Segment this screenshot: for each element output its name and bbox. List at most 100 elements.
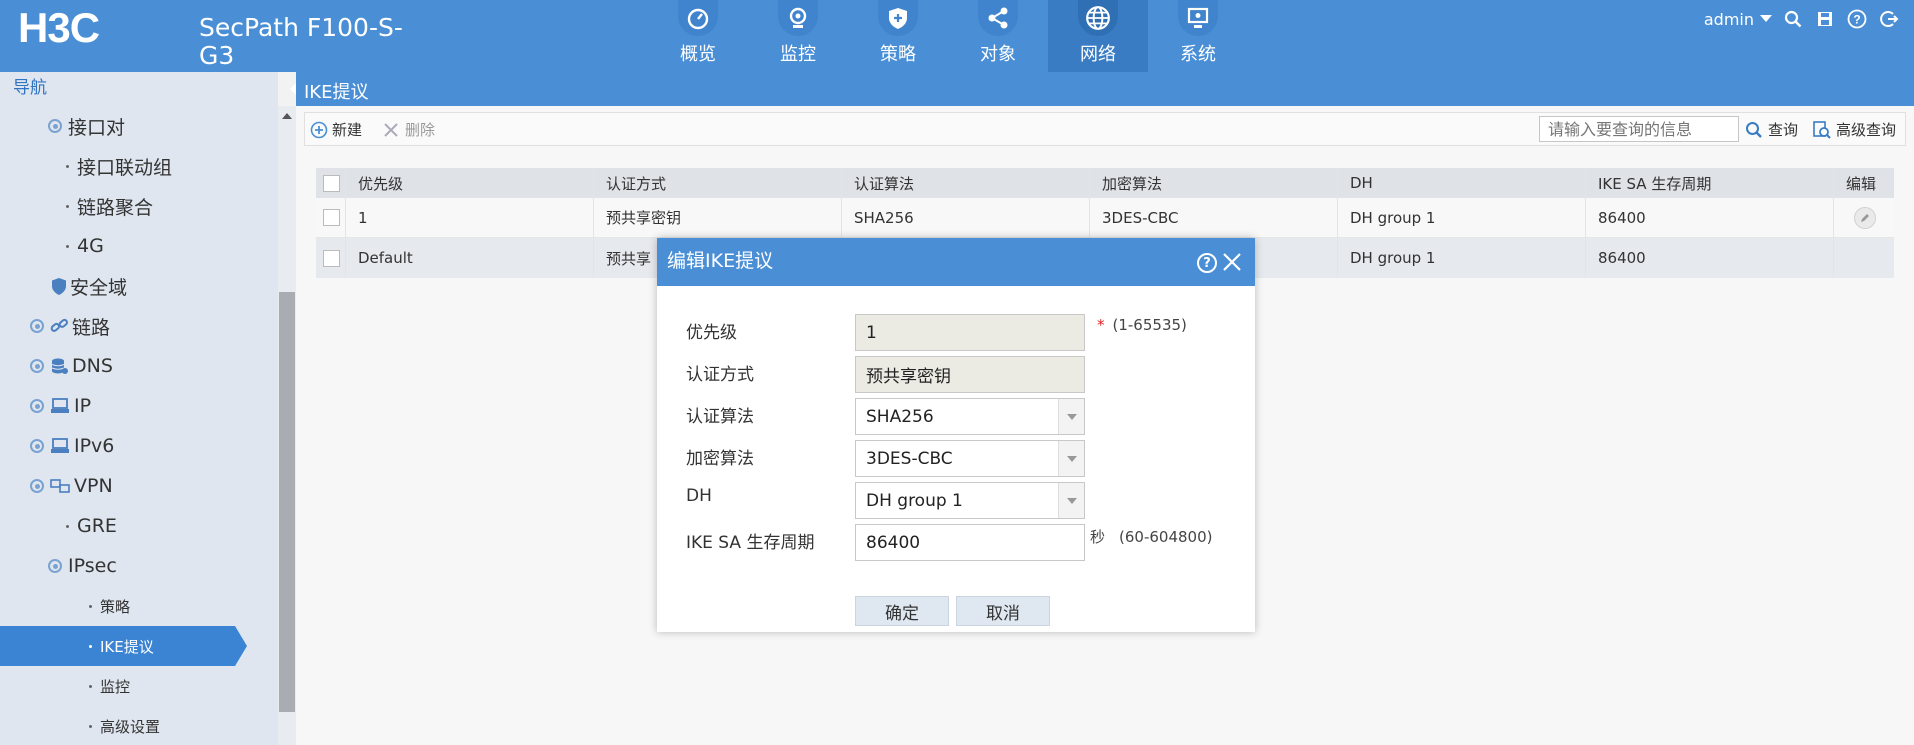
search-icon [1746,121,1762,138]
dh-label: DH [686,486,712,506]
priority-value: 1 [866,322,877,343]
sidebar-item-advanced-settings[interactable]: 高级设置 [0,706,270,745]
tab-overview[interactable]: 概览 [648,0,748,72]
collapse-nav-icon[interactable] [290,83,296,95]
cancel-button[interactable]: 取消 [956,596,1050,626]
encryption-algorithm-select[interactable]: 3DES-CBC [855,440,1085,477]
encryption-algorithm-label: 加密算法 [686,449,754,469]
tab-policy[interactable]: 策略 [848,0,948,72]
expand-icon[interactable] [30,439,44,453]
col-sa-lifetime[interactable]: IKE SA 生存周期 [1586,168,1834,198]
help-icon[interactable]: ? [1846,8,1868,30]
dh-value: DH group 1 [866,490,963,511]
sa-lifetime-unit: 秒 [1090,528,1106,546]
collapse-icon[interactable] [30,479,44,493]
cell-edit [1834,238,1894,278]
caret-down-icon [1760,15,1772,22]
sidebar-item-label: VPN [74,475,113,497]
chevron-down-icon[interactable] [1058,441,1084,476]
dot-icon [66,244,69,248]
cell-sa-lifetime: 86400 [1586,198,1834,237]
col-encryption-algorithm[interactable]: 加密算法 [1090,168,1338,198]
delete-button[interactable]: 删除 [383,119,435,140]
required-mark: * [1097,316,1105,334]
sidebar-item-ipsec-monitor[interactable]: 监控 [0,666,270,706]
tab-system[interactable]: 系统 [1148,0,1248,72]
search-icon[interactable] [1782,8,1804,30]
scroll-up-icon[interactable] [278,106,296,124]
expand-icon[interactable] [48,119,62,133]
tab-object[interactable]: 对象 [948,0,1048,72]
sidebar-item-security-zone[interactable]: 安全域 [0,266,270,306]
advanced-query-button[interactable]: 高级查询 [1813,119,1896,140]
svg-text:H3C: H3C [18,8,100,48]
collapse-icon[interactable] [48,559,62,573]
row-checkbox[interactable] [323,249,340,267]
dot-icon [66,164,69,168]
username: admin [1703,9,1754,29]
tab-network[interactable]: 网络 [1048,0,1148,72]
tab-monitor[interactable]: 监控 [748,0,848,72]
sidebar-item-link[interactable]: 链路 [0,306,270,346]
col-auth-method[interactable]: 认证方式 [594,168,842,198]
col-priority[interactable]: 优先级 [346,168,594,198]
priority-field[interactable]: 1 [855,314,1085,351]
sidebar-item-ipsec-policy[interactable]: 策略 [0,586,270,626]
auth-method-value: 预共享密钥 [866,367,951,387]
sidebar-item-label: 4G [77,235,104,257]
sidebar-item-dns[interactable]: DNS [0,346,270,386]
auth-method-field[interactable]: 预共享密钥 [855,356,1085,393]
sidebar-item-label: 链路 [72,316,111,339]
sidebar-item-label: 监控 [100,677,131,696]
table-row[interactable]: 1 预共享密钥 SHA256 3DES-CBC DH group 1 86400 [316,198,1894,238]
sidebar-item-ike-proposal[interactable]: IKE提议 [0,626,247,666]
sidebar-item-gre[interactable]: GRE [0,506,270,546]
cell-dh: DH group 1 [1338,238,1586,278]
tab-label: 概览 [680,44,716,65]
sa-lifetime-input[interactable]: 86400 [855,524,1085,561]
sidebar-item-ipsec[interactable]: IPsec [0,546,270,586]
expand-icon[interactable] [30,319,44,333]
cell-auth-method: 预共享密钥 [594,198,842,237]
sidebar-item-4g[interactable]: 4G [0,226,270,266]
edit-icon[interactable] [1854,206,1876,229]
dh-select[interactable]: DH group 1 [855,482,1085,519]
expand-icon[interactable] [30,359,44,373]
expand-icon[interactable] [30,399,44,413]
sidebar-item-label: DNS [72,355,113,377]
sidebar-item-vpn[interactable]: VPN [0,466,270,506]
auth-algorithm-label: 认证算法 [686,407,754,427]
sidebar: 导航 接口对 接口联动组 链路聚合 4G 安全域 链路 DNS IP IPv6 … [0,72,296,745]
save-icon[interactable] [1814,8,1836,30]
select-all-checkbox[interactable] [323,174,340,192]
search-input[interactable] [1539,116,1739,142]
sidebar-item-ip[interactable]: IP [0,386,270,426]
ok-button[interactable]: 确定 [855,596,949,626]
scroll-thumb[interactable] [279,292,295,712]
row-select-cell [316,198,346,237]
close-icon [384,122,398,137]
sidebar-item-interface-group[interactable]: 接口联动组 [0,146,270,186]
chevron-down-icon[interactable] [1058,399,1084,434]
close-icon[interactable] [1221,251,1243,273]
col-dh[interactable]: DH [1338,168,1586,198]
help-icon[interactable]: ? [1197,253,1217,273]
col-auth-algorithm[interactable]: 认证算法 [842,168,1090,198]
dot-icon [89,644,92,648]
auth-algorithm-select[interactable]: SHA256 [855,398,1085,435]
row-checkbox[interactable] [323,209,340,226]
logout-icon[interactable] [1878,8,1900,30]
sidebar-item-interface-pair[interactable]: 接口对 [0,106,270,146]
user-menu[interactable]: admin [1704,10,1772,29]
chevron-down-icon[interactable] [1058,483,1084,518]
active-indicator [235,626,247,666]
sidebar-scrollbar[interactable] [278,106,296,745]
network-card-icon [50,438,70,454]
sidebar-item-label: IKE提议 [100,637,154,656]
sidebar-item-link-aggregation[interactable]: 链路聚合 [0,186,270,226]
sidebar-item-ipv6[interactable]: IPv6 [0,426,270,466]
priority-range: (1-65535) [1112,316,1187,334]
auth-algorithm-value: SHA256 [866,406,934,427]
query-button[interactable]: 查询 [1745,119,1798,140]
new-button[interactable]: 新建 [310,119,362,140]
